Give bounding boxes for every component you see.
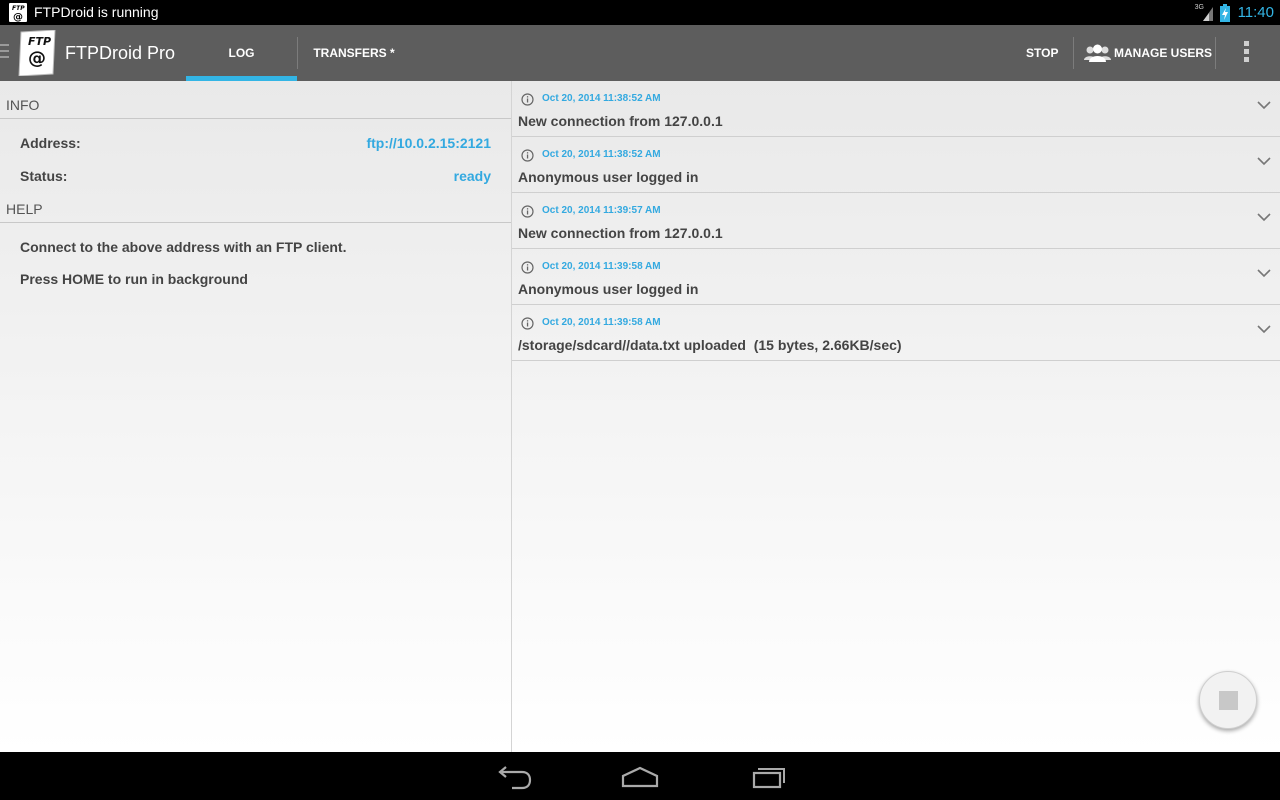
info-icon	[521, 317, 534, 330]
manage-users-button[interactable]: MANAGE USERS	[1084, 25, 1212, 81]
navigation-bar	[0, 752, 1280, 800]
log-entry[interactable]: Oct 20, 2014 11:39:57 AM New connection …	[512, 193, 1280, 249]
action-bar: FTP @ FTPDroid Pro LOG TRANSFERS * STOP …	[0, 25, 1280, 81]
stop-icon	[1218, 690, 1238, 710]
tab-log-label: LOG	[228, 46, 255, 60]
users-icon	[1084, 44, 1111, 62]
app-title: FTPDroid Pro	[65, 43, 176, 63]
log-entry[interactable]: Oct 20, 2014 11:39:58 AM /storage/sdcard…	[512, 305, 1280, 361]
svg-text:@: @	[28, 48, 46, 69]
tab-transfers[interactable]: TRANSFERS *	[298, 25, 410, 81]
main-content: INFO Address: ftp://10.0.2.15:2121 Statu…	[0, 81, 1280, 752]
log-timestamp: Oct 20, 2014 11:39:58 AM	[542, 261, 661, 272]
manage-users-label: MANAGE USERS	[1114, 46, 1213, 60]
network-label: 3G	[1194, 3, 1204, 11]
chevron-down-icon[interactable]	[1257, 212, 1271, 222]
log-timestamp: Oct 20, 2014 11:39:57 AM	[542, 205, 661, 216]
log-entry[interactable]: Oct 20, 2014 11:38:52 AM Anonymous user …	[512, 137, 1280, 193]
log-list: Oct 20, 2014 11:38:52 AM New connection …	[512, 81, 1280, 752]
help-section-header: HELP	[0, 185, 511, 223]
log-message: Anonymous user logged in	[518, 281, 699, 297]
address-label: Address:	[20, 135, 81, 151]
help-header-label: HELP	[6, 201, 43, 217]
home-icon[interactable]	[620, 762, 660, 790]
drawer-indicator-icon[interactable]	[0, 44, 9, 62]
help-text: Connect to the above address with an FTP…	[20, 239, 347, 255]
status-label: Status:	[20, 168, 68, 184]
info-header-label: INFO	[6, 97, 40, 113]
chevron-down-icon[interactable]	[1257, 156, 1271, 166]
info-icon	[521, 93, 534, 106]
log-entry[interactable]: Oct 20, 2014 11:39:58 AM Anonymous user …	[512, 249, 1280, 305]
chevron-down-icon[interactable]	[1257, 268, 1271, 278]
info-icon	[521, 149, 534, 162]
address-row: Address: ftp://10.0.2.15:2121	[0, 132, 511, 154]
log-entry[interactable]: Oct 20, 2014 11:38:52 AM New connection …	[512, 81, 1280, 137]
svg-text:FTP: FTP	[28, 35, 51, 48]
app-logo-icon[interactable]: FTP @	[17, 29, 57, 77]
log-message: New connection from 127.0.0.1	[518, 113, 723, 129]
status-bar: FTP @ FTPDroid is running 3G 11:40	[0, 0, 1280, 25]
status-row: Status: ready	[0, 165, 511, 187]
stop-button[interactable]: STOP	[1026, 25, 1058, 81]
tab-transfers-label: TRANSFERS *	[313, 46, 395, 60]
svg-text:FTP: FTP	[12, 5, 25, 12]
help-text: Press HOME to run in background	[20, 271, 248, 287]
recents-icon[interactable]	[748, 762, 788, 790]
action-divider	[1215, 37, 1216, 69]
back-icon[interactable]	[492, 762, 532, 790]
address-value[interactable]: ftp://10.0.2.15:2121	[366, 132, 491, 154]
status-value: ready	[453, 168, 491, 184]
action-divider	[1073, 37, 1074, 69]
info-icon	[521, 261, 534, 274]
chevron-down-icon[interactable]	[1257, 324, 1271, 334]
log-message: New connection from 127.0.0.1	[518, 225, 723, 241]
log-message: Anonymous user logged in	[518, 169, 699, 185]
chevron-down-icon[interactable]	[1257, 100, 1271, 110]
notification-text: FTPDroid is running	[34, 4, 159, 20]
stop-server-button[interactable]	[1199, 671, 1257, 729]
log-timestamp: Oct 20, 2014 11:39:58 AM	[542, 317, 661, 328]
ftpdroid-notification-icon: FTP @	[9, 3, 27, 22]
svg-text:@: @	[13, 12, 23, 22]
info-icon	[521, 205, 534, 218]
stop-button-label: STOP	[1026, 46, 1059, 60]
log-timestamp: Oct 20, 2014 11:38:52 AM	[542, 93, 661, 104]
tab-log[interactable]: LOG	[186, 25, 297, 81]
log-message: /storage/sdcard//data.txt uploaded (15 b…	[518, 337, 902, 353]
info-pane: INFO Address: ftp://10.0.2.15:2121 Statu…	[0, 81, 511, 752]
signal-icon: 3G	[1195, 3, 1215, 23]
overflow-menu-icon[interactable]	[1244, 41, 1250, 65]
info-section-header: INFO	[0, 81, 511, 119]
battery-charging-icon	[1219, 3, 1230, 22]
log-timestamp: Oct 20, 2014 11:38:52 AM	[542, 149, 661, 160]
clock: 11:40	[1237, 4, 1274, 21]
